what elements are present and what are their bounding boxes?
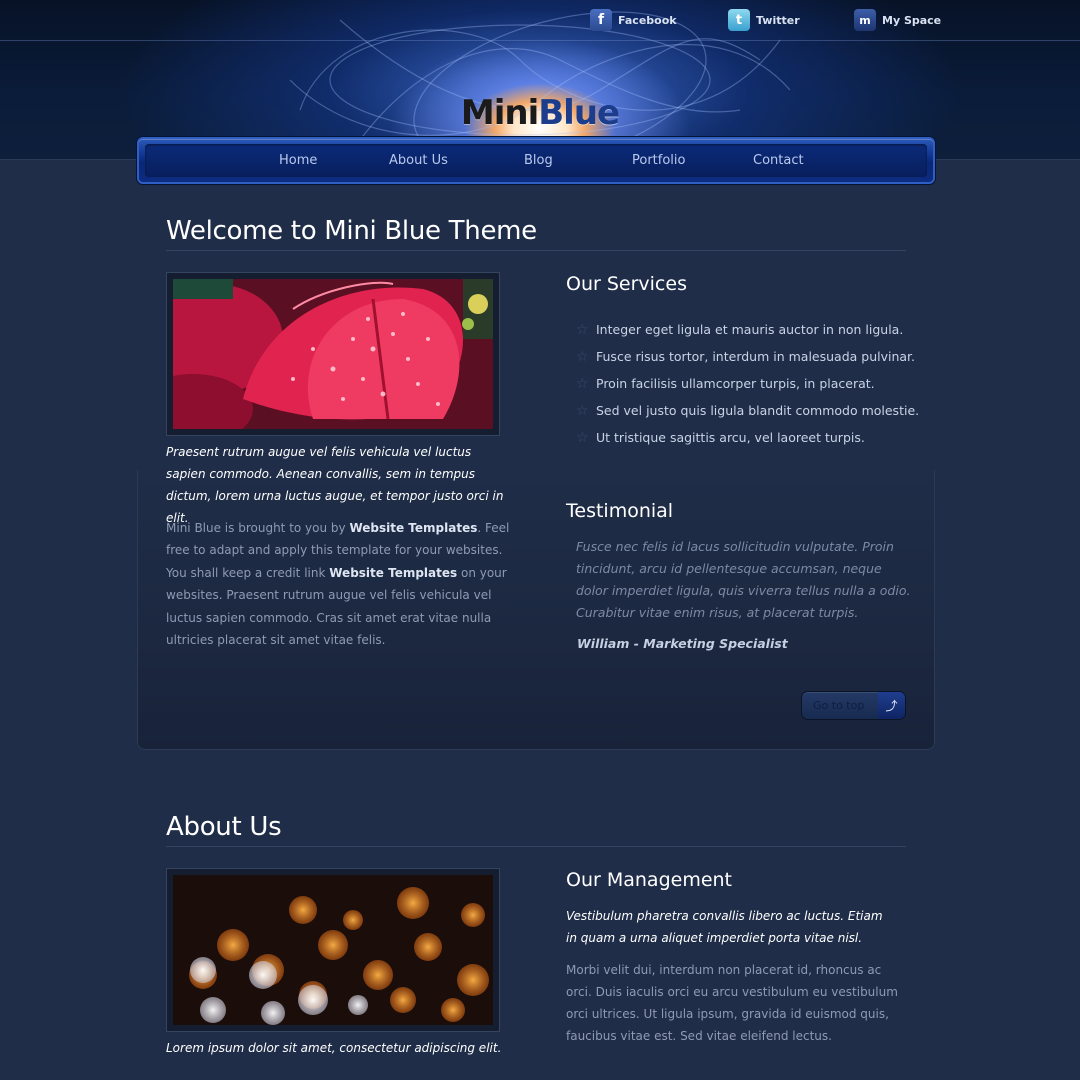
- flower-image: [173, 279, 493, 429]
- nav-home[interactable]: Home: [279, 153, 317, 168]
- twitter-icon: t: [728, 9, 750, 31]
- star-icon: ☆: [576, 348, 589, 365]
- welcome-title: Welcome to Mini Blue Theme: [166, 216, 537, 246]
- welcome-intro: Praesent rutrum augue vel felis vehicula…: [166, 445, 504, 525]
- logo-part-mini: Mini: [460, 93, 539, 133]
- service-text: Proin facilisis ullamcorper turpis, in p…: [596, 376, 875, 391]
- services-title: Our Services: [566, 273, 687, 295]
- star-icon: ☆: [576, 429, 589, 446]
- go-to-top-label: Go to top: [813, 699, 865, 712]
- list-item: ☆ Integer eget ligula et mauris auctor in…: [576, 316, 919, 343]
- star-icon: ☆: [576, 375, 589, 392]
- welcome-body: Mini Blue is brought to you by Website T…: [166, 517, 512, 651]
- service-text: Ut tristique sagittis arcu, vel laoreet …: [596, 430, 865, 445]
- header-divider: [0, 40, 1080, 41]
- welcome-title-rule: [166, 250, 906, 251]
- service-text: Integer eget ligula et mauris auctor in …: [596, 322, 904, 337]
- about-title: About Us: [166, 812, 282, 842]
- list-item: ☆ Fusce risus tortor, interdum in malesua…: [576, 343, 919, 370]
- website-templates-link-1[interactable]: Website Templates: [349, 521, 477, 535]
- site-logo[interactable]: MiniBlue: [0, 93, 1080, 133]
- myspace-link[interactable]: m My Space: [854, 8, 941, 32]
- facebook-link[interactable]: f Facebook: [590, 8, 677, 32]
- nav-about-us[interactable]: About Us: [389, 153, 448, 168]
- testimonial-author: William - Marketing Specialist: [577, 636, 788, 651]
- welcome-body-part-1: Mini Blue is brought to you by: [166, 521, 350, 535]
- list-item: ☆ Ut tristique sagittis arcu, vel laoreet…: [576, 424, 919, 451]
- logo-part-blue: Blue: [538, 93, 620, 133]
- twitter-label: Twitter: [756, 13, 800, 27]
- star-icon: ☆: [576, 402, 589, 419]
- about-caption: Lorem ipsum dolor sit amet, consectetur …: [166, 1041, 502, 1055]
- nav-blog[interactable]: Blog: [524, 153, 553, 168]
- star-icon: ☆: [576, 321, 589, 338]
- list-item: ☆ Proin facilisis ullamcorper turpis, in …: [576, 370, 919, 397]
- management-intro: Vestibulum pharetra convallis libero ac …: [566, 909, 883, 945]
- service-text: Sed vel justo quis ligula blandit commod…: [596, 403, 920, 418]
- main-nav: Home About Us Blog Portfolio Contact: [137, 137, 935, 184]
- twitter-link[interactable]: t Twitter: [728, 8, 800, 32]
- arrow-up-icon: ⤴: [878, 692, 905, 719]
- website-templates-link-2[interactable]: Website Templates: [329, 566, 457, 580]
- about-title-rule: [166, 846, 906, 847]
- management-body: Morbi velit dui, interdum non placerat i…: [566, 963, 898, 1043]
- myspace-icon: m: [854, 9, 876, 31]
- nav-contact[interactable]: Contact: [753, 153, 804, 168]
- management-title: Our Management: [566, 869, 733, 891]
- testimonial-title: Testimonial: [566, 500, 674, 522]
- facebook-label: Facebook: [618, 13, 677, 27]
- bokeh-image: [173, 875, 493, 1025]
- service-text: Fusce risus tortor, interdum in malesuad…: [596, 349, 916, 364]
- list-item: ☆ Sed vel justo quis ligula blandit commo…: [576, 397, 919, 424]
- about-image-frame: [166, 868, 500, 1032]
- site-header: f Facebook t Twitter m My Space MiniBlue: [0, 0, 1080, 160]
- facebook-icon: f: [590, 9, 612, 31]
- welcome-image-frame: [166, 272, 500, 436]
- myspace-label: My Space: [882, 13, 942, 27]
- testimonial-quote: Fusce nec felis id lacus sollicitudin vu…: [576, 539, 911, 620]
- services-list: ☆ Integer eget ligula et mauris auctor in…: [576, 316, 919, 451]
- nav-portfolio[interactable]: Portfolio: [632, 153, 685, 168]
- go-to-top-button[interactable]: Go to top ⤴: [801, 691, 906, 720]
